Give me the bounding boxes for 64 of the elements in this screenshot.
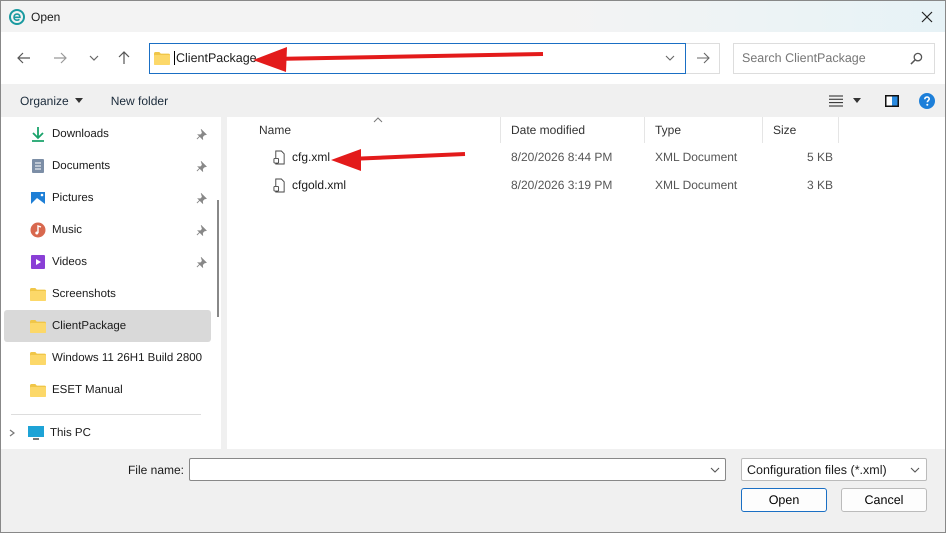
sidebar-item[interactable]: Videos — [4, 246, 211, 278]
dropdown-chevron-icon[interactable] — [665, 53, 676, 63]
search-field[interactable]: Search ClientPackage — [733, 42, 935, 74]
sidebar-item[interactable]: Screenshots — [4, 278, 211, 310]
go-arrow-icon — [696, 51, 710, 65]
sidebar-item[interactable]: ESET Manual — [4, 374, 211, 406]
folder-icon — [30, 352, 46, 364]
scrollbar-thumb[interactable] — [217, 200, 219, 317]
window-title: Open — [31, 10, 62, 24]
xml-file-icon — [273, 178, 286, 192]
folder-icon — [154, 52, 170, 64]
column-header[interactable]: Date modified — [501, 117, 645, 143]
folder-icon — [30, 384, 46, 396]
folder-icon — [30, 320, 46, 332]
music-note-icon — [30, 222, 46, 238]
table-cell-text: XML Document — [654, 150, 738, 164]
sidebar-item[interactable]: Pictures — [4, 182, 211, 214]
file-name[interactable]: cfg.xml — [292, 150, 330, 164]
view-list-icon[interactable] — [829, 94, 843, 106]
sidebar-item[interactable]: Windows 11 26H1 Build 2800 — [4, 342, 211, 374]
table-cell-text: 8/20/2026 3:19 PM — [510, 178, 614, 192]
sidebar-item[interactable]: Documents — [4, 150, 211, 182]
expand-chevron-icon[interactable] — [8, 429, 16, 437]
computer-icon — [28, 426, 44, 440]
sort-caret-icon — [373, 117, 383, 123]
column-header[interactable]: Type — [645, 117, 763, 143]
caret-icon — [74, 98, 83, 103]
dropdown-chevron-icon — [910, 464, 920, 474]
table-cell-text: 3 KB — [806, 178, 834, 192]
close-icon[interactable] — [921, 10, 933, 22]
back-arrow-icon[interactable] — [17, 51, 31, 65]
download-icon — [30, 126, 46, 142]
organize-menu-button[interactable]: Organize — [13, 90, 90, 112]
table-cell-text: 5 KB — [806, 150, 834, 164]
recent-locations-chevron-icon[interactable] — [89, 53, 99, 63]
open-button[interactable]: Open — [741, 488, 827, 512]
table-cell-text: XML Document — [654, 178, 738, 192]
search-icon — [910, 52, 923, 64]
sidebar-item[interactable]: Downloads — [4, 118, 211, 150]
go-button[interactable] — [686, 42, 720, 74]
sidebar-item[interactable]: Music — [4, 214, 211, 246]
new-folder-button[interactable]: New folder — [104, 90, 176, 112]
column-header[interactable]: Size — [763, 117, 839, 143]
file-name[interactable]: cfgold.xml — [292, 178, 346, 192]
xml-file-icon — [273, 150, 286, 164]
forward-arrow-icon[interactable] — [53, 51, 67, 65]
folder-icon — [30, 288, 46, 300]
help-icon[interactable] — [919, 92, 935, 108]
sidebar-item[interactable]: ClientPackage — [4, 310, 211, 342]
dropdown-chevron-icon — [710, 465, 720, 475]
file-name-field[interactable] — [189, 458, 726, 481]
preview-pane-icon[interactable] — [885, 94, 899, 106]
column-header[interactable]: Name — [249, 117, 501, 143]
sidebar-item[interactable]: This PC — [4, 417, 211, 449]
app-logo-icon — [9, 8, 25, 24]
picture-icon — [30, 190, 46, 206]
cancel-button[interactable]: Cancel — [841, 488, 927, 512]
up-arrow-icon[interactable] — [117, 51, 131, 65]
caret-icon[interactable] — [853, 98, 861, 103]
table-cell-text: 8/20/2026 8:44 PM — [510, 150, 614, 164]
document-icon — [30, 158, 46, 174]
video-icon — [30, 254, 46, 270]
file-type-dropdown[interactable]: Configuration files (*.xml) — [741, 458, 927, 481]
file-name-label: File name: — [128, 462, 184, 476]
